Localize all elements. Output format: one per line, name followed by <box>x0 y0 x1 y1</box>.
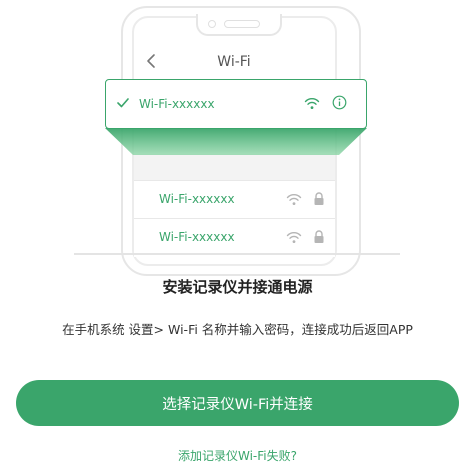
add-wifi-failed-link[interactable]: 添加记录仪Wi-Fi失败? <box>0 447 475 464</box>
wifi-signal-icon <box>286 232 302 243</box>
camera-icon <box>208 20 216 28</box>
network-list-item: Wi-Fi-xxxxxx <box>134 218 335 257</box>
lock-icon <box>314 230 324 243</box>
selected-network-card: Wi-Fi-xxxxxx <box>105 79 367 129</box>
check-icon <box>117 98 129 108</box>
speaker-icon <box>224 20 260 28</box>
info-icon <box>332 95 347 110</box>
instruction-text: 在手机系统 设置> Wi-Fi 名称并输入密码，连接成功后返回APP <box>62 322 413 337</box>
network-ssid: Wi-Fi-xxxxxx <box>159 230 235 244</box>
wifi-signal-icon <box>304 98 320 109</box>
back-chevron-icon <box>147 54 155 68</box>
network-list-item: Wi-Fi-xxxxxx <box>134 180 335 219</box>
phone-notch <box>196 14 282 36</box>
selected-network-ssid: Wi-Fi-xxxxxx <box>139 97 215 111</box>
page-heading: 安装记录仪并接通电源 <box>162 278 313 296</box>
network-ssid: Wi-Fi-xxxxxx <box>159 192 235 206</box>
phone-illustration: Wi-Fi Wi-Fi-xxxxxx Wi-Fi-xxxxxx Wi-Fi-xx… <box>0 0 475 276</box>
wifi-signal-icon <box>286 194 302 205</box>
screen-title: Wi-Fi <box>217 54 251 70</box>
lock-icon <box>314 192 324 205</box>
highlight-funnel <box>105 128 367 155</box>
ground-line <box>74 253 400 255</box>
connect-wifi-button[interactable]: 选择记录仪Wi-Fi并连接 <box>16 380 459 426</box>
